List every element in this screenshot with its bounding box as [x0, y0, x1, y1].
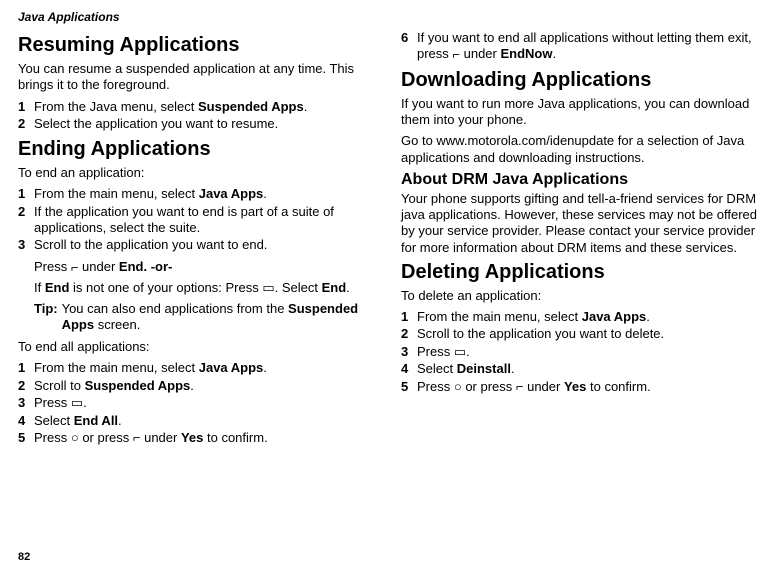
downloading-title: Downloading Applications	[401, 69, 764, 92]
step-number: 5	[18, 430, 34, 447]
about-drm-body: Your phone supports gifting and tell-a-f…	[401, 191, 764, 256]
list-item: 3 Press ▭.	[401, 344, 764, 361]
right-column: 6 If you want to end all applications wi…	[401, 30, 764, 453]
list-item: 4 Select End All.	[18, 413, 381, 429]
step-number: 1	[18, 99, 34, 115]
list-item: 1 From the main menu, select Java Apps.	[18, 186, 381, 202]
list-item: 4 Select Deinstall.	[401, 361, 764, 377]
list-item: 1 From the main menu, select Java Apps.	[18, 360, 381, 376]
step-number: 1	[18, 360, 34, 376]
list-item: 2 Scroll to the application you want to …	[401, 326, 764, 342]
step-text: Press ▭.	[417, 344, 764, 361]
if-end-line: If End is not one of your options: Press…	[34, 280, 381, 297]
ending-steps-2: 1 From the main menu, select Java Apps. …	[18, 360, 381, 446]
step-number: 5	[401, 379, 417, 396]
ending-title: Ending Applications	[18, 138, 381, 161]
step-text: Scroll to Suspended Apps.	[34, 378, 381, 394]
step-text: Scroll to the application you want to en…	[34, 237, 381, 253]
resuming-steps: 1 From the Java menu, select Suspended A…	[18, 99, 381, 133]
step-number: 2	[18, 116, 34, 132]
step-text: From the main menu, select Java Apps.	[34, 186, 381, 202]
menu-icon: ▭	[454, 344, 466, 360]
list-item: 5 Press ○ or press ⌐ under Yes to confir…	[401, 379, 764, 396]
list-item: 2 Select the application you want to res…	[18, 116, 381, 132]
step6-block: 6 If you want to end all applications wi…	[401, 30, 764, 63]
tip-text: You can also end applications from the S…	[62, 301, 381, 334]
step-number: 3	[401, 344, 417, 361]
list-item: 2 Scroll to Suspended Apps.	[18, 378, 381, 394]
downloading-p1: If you want to run more Java application…	[401, 96, 764, 129]
step-number: 2	[18, 378, 34, 394]
left-column: Resuming Applications You can resume a s…	[18, 30, 381, 453]
step-number: 1	[401, 309, 417, 325]
step-text: Press ○ or press ⌐ under Yes to confirm.	[34, 430, 381, 447]
menu-icon: ▭	[71, 395, 83, 411]
ok-icon: ○	[71, 430, 79, 446]
menu-icon: ▭	[262, 280, 274, 296]
content-columns: Resuming Applications You can resume a s…	[18, 30, 764, 453]
softkey-icon: ⌐	[452, 47, 460, 63]
step-text: From the Java menu, select Suspended App…	[34, 99, 381, 115]
step-text: Select Deinstall.	[417, 361, 764, 377]
ok-icon: ○	[454, 379, 462, 395]
resuming-title: Resuming Applications	[18, 34, 381, 57]
list-item: 3 Scroll to the application you want to …	[18, 237, 381, 253]
step-number: 6	[401, 30, 417, 63]
step-number: 4	[401, 361, 417, 377]
deleting-title: Deleting Applications	[401, 261, 764, 284]
list-item: 1 From the main menu, select Java Apps.	[401, 309, 764, 325]
step-number: 3	[18, 395, 34, 412]
step-text: From the main menu, select Java Apps.	[417, 309, 764, 325]
list-item: 1 From the Java menu, select Suspended A…	[18, 99, 381, 115]
step-text: Press ▭.	[34, 395, 381, 412]
step-number: 2	[18, 204, 34, 237]
tip-block: Tip: You can also end applications from …	[34, 301, 381, 334]
step-number: 2	[401, 326, 417, 342]
step-text: Scroll to the application you want to de…	[417, 326, 764, 342]
step-text: If the application you want to end is pa…	[34, 204, 381, 237]
ending-intro: To end an application:	[18, 165, 381, 181]
list-item: 6 If you want to end all applications wi…	[401, 30, 764, 63]
step-text: From the main menu, select Java Apps.	[34, 360, 381, 376]
step-text: Press ○ or press ⌐ under Yes to confirm.	[417, 379, 764, 396]
list-item: 3 Press ▭.	[18, 395, 381, 412]
step-number: 4	[18, 413, 34, 429]
list-item: 5 Press ○ or press ⌐ under Yes to confir…	[18, 430, 381, 447]
list-item: 2 If the application you want to end is …	[18, 204, 381, 237]
downloading-p2: Go to www.motorola.com/idenupdate for a …	[401, 133, 764, 166]
resuming-intro: You can resume a suspended application a…	[18, 61, 381, 94]
deleting-steps: 1 From the main menu, select Java Apps. …	[401, 309, 764, 395]
about-drm-title: About DRM Java Applications	[401, 171, 764, 189]
step-number: 1	[18, 186, 34, 202]
step-number: 3	[18, 237, 34, 253]
page-number: 82	[18, 551, 30, 563]
tip-label: Tip:	[34, 301, 58, 334]
press-end-line: Press ⌐ under End. -or-	[34, 259, 381, 276]
page-header: Java Applications	[18, 10, 764, 24]
deleting-intro: To delete an application:	[401, 288, 764, 304]
ending-steps-1: 1 From the main menu, select Java Apps. …	[18, 186, 381, 253]
step-text: Select the application you want to resum…	[34, 116, 381, 132]
step-text: If you want to end all applications with…	[417, 30, 764, 63]
step-text: Select End All.	[34, 413, 381, 429]
end-all-intro: To end all applications:	[18, 339, 381, 355]
